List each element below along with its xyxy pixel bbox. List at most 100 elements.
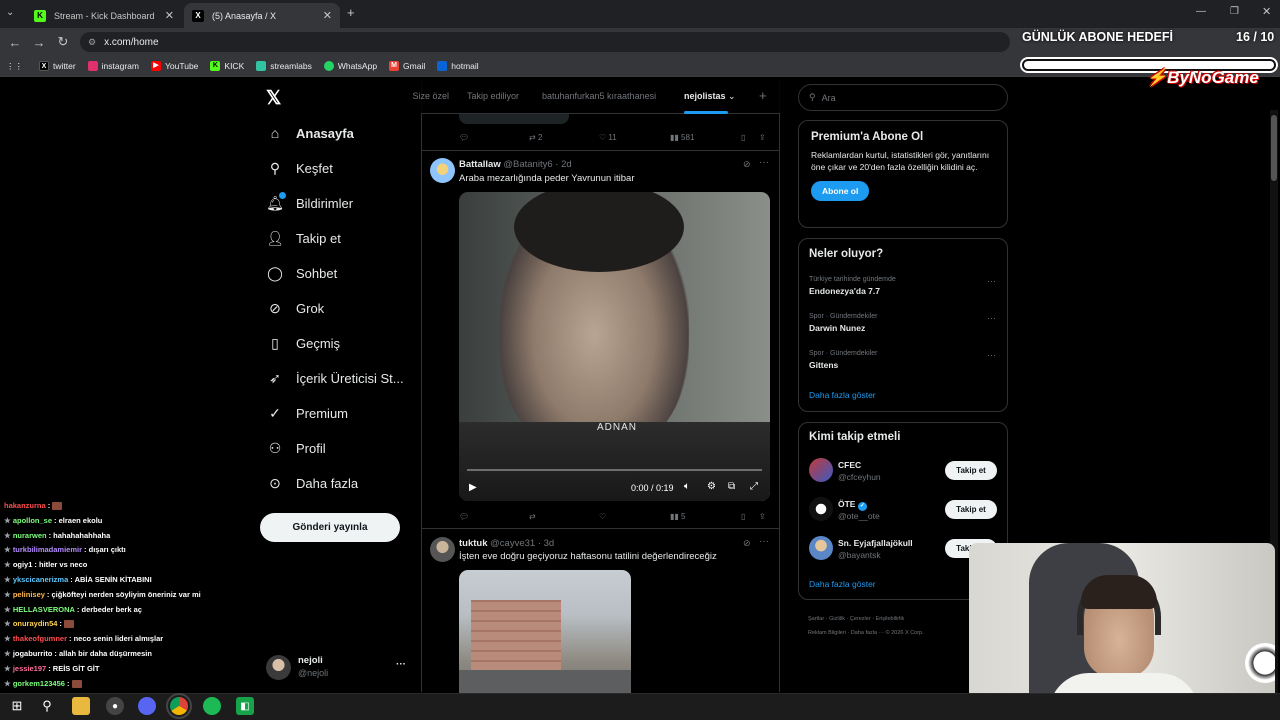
bookmark-twitter[interactable]: Xtwitter — [39, 61, 76, 71]
more-icon[interactable]: ··· — [987, 313, 996, 323]
author-handle[interactable]: @Batanity6 — [503, 159, 552, 170]
show-more-follows[interactable]: Daha fazla göster — [809, 579, 876, 589]
grok-icon[interactable]: ⊘ — [743, 538, 751, 549]
minimize-icon[interactable]: — — [1196, 6, 1206, 17]
bookmark-whatsapp[interactable]: WhatsApp — [323, 61, 377, 71]
nav-grok[interactable]: ⊘ Grok — [266, 293, 324, 323]
follow-suggestion[interactable]: ÖTE ✓ @ote__ote Takip et — [809, 497, 999, 523]
trend-item[interactable]: Spor · Gündemdekiler Darwin Nunez ··· — [809, 313, 999, 333]
repost-icon[interactable]: ⇄ — [529, 512, 536, 521]
show-more-trends[interactable]: Daha fazla göster — [809, 390, 876, 400]
more-icon[interactable]: ··· — [987, 276, 996, 286]
post-time[interactable]: · 3d — [538, 538, 554, 549]
bookmark-instagram[interactable]: instagram — [87, 61, 139, 71]
address-bar[interactable]: ⚙ x.com/home — [80, 32, 1010, 52]
video-player[interactable]: ADNAN ▶ 0:00 / 0:19 🔈︎ ⚙ ⧉ ⤢ — [459, 192, 770, 501]
nav-follow[interactable]: 👤︎ Takip et — [266, 223, 341, 253]
tab-nejolistas[interactable]: nejolistas ⌄ — [684, 91, 736, 102]
follow-button[interactable]: Takip et — [945, 461, 997, 480]
nav-home[interactable]: ⌂ Anasayfa — [266, 118, 354, 148]
tab-following[interactable]: Takip ediliyor — [467, 91, 519, 101]
nav-notifications[interactable]: 🔔︎ Bildirimler — [266, 188, 353, 218]
video-scrubber[interactable] — [467, 469, 762, 471]
file-explorer-icon[interactable] — [72, 697, 90, 715]
site-info-icon[interactable]: ⚙ — [88, 37, 96, 48]
bookmark-youtube[interactable]: ▶ YouTube — [151, 61, 198, 71]
discord-icon[interactable] — [138, 697, 156, 715]
more-icon[interactable]: ··· — [759, 157, 769, 168]
reply-icon[interactable]: 💬︎ — [459, 512, 469, 521]
previous-post-media[interactable] — [459, 114, 569, 124]
apps-icon[interactable]: ⋮⋮ — [6, 61, 23, 72]
share-icon[interactable]: ⇪ — [759, 512, 766, 521]
obs-icon[interactable]: ● — [106, 697, 124, 715]
more-icon[interactable]: ··· — [396, 659, 406, 670]
tab-search-icon[interactable]: ⌄ — [6, 7, 14, 18]
search-input[interactable]: ⚲ Ara — [798, 84, 1008, 111]
start-icon[interactable]: ⊞ — [8, 697, 26, 715]
tab-for-you[interactable]: Size özel — [393, 91, 449, 101]
post-media[interactable] — [459, 570, 631, 693]
bookmark-streamlabs[interactable]: streamlabs — [256, 61, 312, 71]
bookmark-icon[interactable]: ▯ — [741, 133, 745, 142]
add-tab-button[interactable]: + — [759, 88, 767, 103]
follow-button[interactable]: Takip et — [945, 500, 997, 519]
close-icon[interactable]: ✕ — [323, 9, 332, 22]
like-button[interactable]: ♡ 11 — [599, 133, 617, 142]
follow-suggestion[interactable]: CFEC @cfceyhun Takip et — [809, 458, 999, 484]
footer-link[interactable]: Gizlilik — [829, 616, 845, 622]
views-button[interactable]: ▮▮ 5 — [670, 512, 686, 521]
bookmark-gmail[interactable]: M Gmail — [389, 61, 425, 71]
footer-link[interactable]: Çerezler — [850, 616, 871, 622]
volume-icon[interactable]: 🔈︎ — [684, 481, 690, 492]
window-close-icon[interactable]: ✕ — [1262, 5, 1271, 18]
grok-icon[interactable]: ⊘ — [743, 159, 751, 170]
repost-button[interactable]: ⇄ 2 — [529, 133, 542, 142]
post-time[interactable]: · 2d — [555, 159, 571, 170]
nav-explore[interactable]: ⚲ Keşfet — [266, 153, 333, 183]
footer-link[interactable]: Erişilebilirlik — [876, 616, 905, 622]
scrollbar-thumb[interactable] — [1271, 115, 1277, 181]
footer-link[interactable]: Reklam Bilgileri — [808, 630, 846, 636]
forward-icon[interactable]: → — [30, 33, 48, 51]
more-icon[interactable]: ··· — [987, 350, 996, 360]
nav-history[interactable]: ▯ Geçmiş — [266, 328, 340, 358]
footer-link[interactable]: Daha fazla ··· — [851, 630, 884, 636]
search-icon[interactable]: ⚲ — [38, 697, 56, 715]
bookmark-kick[interactable]: K KICK — [210, 61, 244, 71]
author-name[interactable]: tuktuk — [459, 538, 488, 549]
new-tab-button[interactable]: + — [347, 5, 355, 20]
trend-item[interactable]: Spor · Gündemdekiler Gittens ··· — [809, 350, 999, 370]
share-icon[interactable]: ⇪ — [759, 133, 766, 142]
author-handle[interactable]: @cayve31 — [490, 538, 535, 549]
reload-icon[interactable]: ↻ — [54, 33, 72, 51]
post[interactable]: tuktuk @cayve31 · 3d ⊘ ··· İşten eve doğ… — [421, 529, 780, 693]
bookmark-hotmail[interactable]: hotmail — [437, 61, 479, 71]
app-icon[interactable]: ◧ — [236, 697, 254, 715]
more-icon[interactable]: ··· — [759, 536, 769, 547]
avatar[interactable] — [430, 537, 455, 562]
settings-icon[interactable]: ⚙ — [707, 481, 716, 492]
subscribe-button[interactable]: Abone ol — [811, 181, 870, 201]
tab-kick-dashboard[interactable]: K Stream - Kick Dashboard ✕ — [26, 3, 182, 28]
fullscreen-icon[interactable]: ⤢ — [750, 481, 758, 492]
spotify-icon[interactable] — [203, 697, 221, 715]
reply-icon[interactable]: 💬︎ — [459, 133, 469, 142]
footer-link[interactable]: Şartlar — [808, 616, 824, 622]
avatar[interactable] — [430, 158, 455, 183]
views-button[interactable]: ▮▮ 581 — [670, 133, 694, 142]
pip-icon[interactable]: ⧉ — [728, 481, 735, 492]
bookmark-icon[interactable]: ▯ — [741, 512, 745, 521]
heart-icon[interactable]: ♡ — [599, 512, 606, 521]
back-icon[interactable]: ← — [6, 33, 24, 51]
trend-item[interactable]: Türkiye tarihinde gündemde Endonezya'da … — [809, 276, 999, 296]
chrome-icon[interactable] — [166, 693, 192, 719]
restore-icon[interactable]: ❐ — [1230, 6, 1239, 17]
nav-more[interactable]: ⊙ Daha fazla — [266, 468, 358, 498]
tab-x-home[interactable]: X (5) Anasayfa / X ✕ — [184, 3, 340, 28]
close-icon[interactable]: ✕ — [165, 9, 174, 22]
post[interactable]: Battallaw @Batanity6 · 2d ⊘ ··· Araba me… — [421, 151, 780, 528]
play-icon[interactable]: ▶ — [469, 482, 477, 493]
tab-list[interactable]: batuhanfurkan5 kıraathanesi — [542, 91, 656, 101]
author-name[interactable]: Battallaw — [459, 159, 501, 170]
